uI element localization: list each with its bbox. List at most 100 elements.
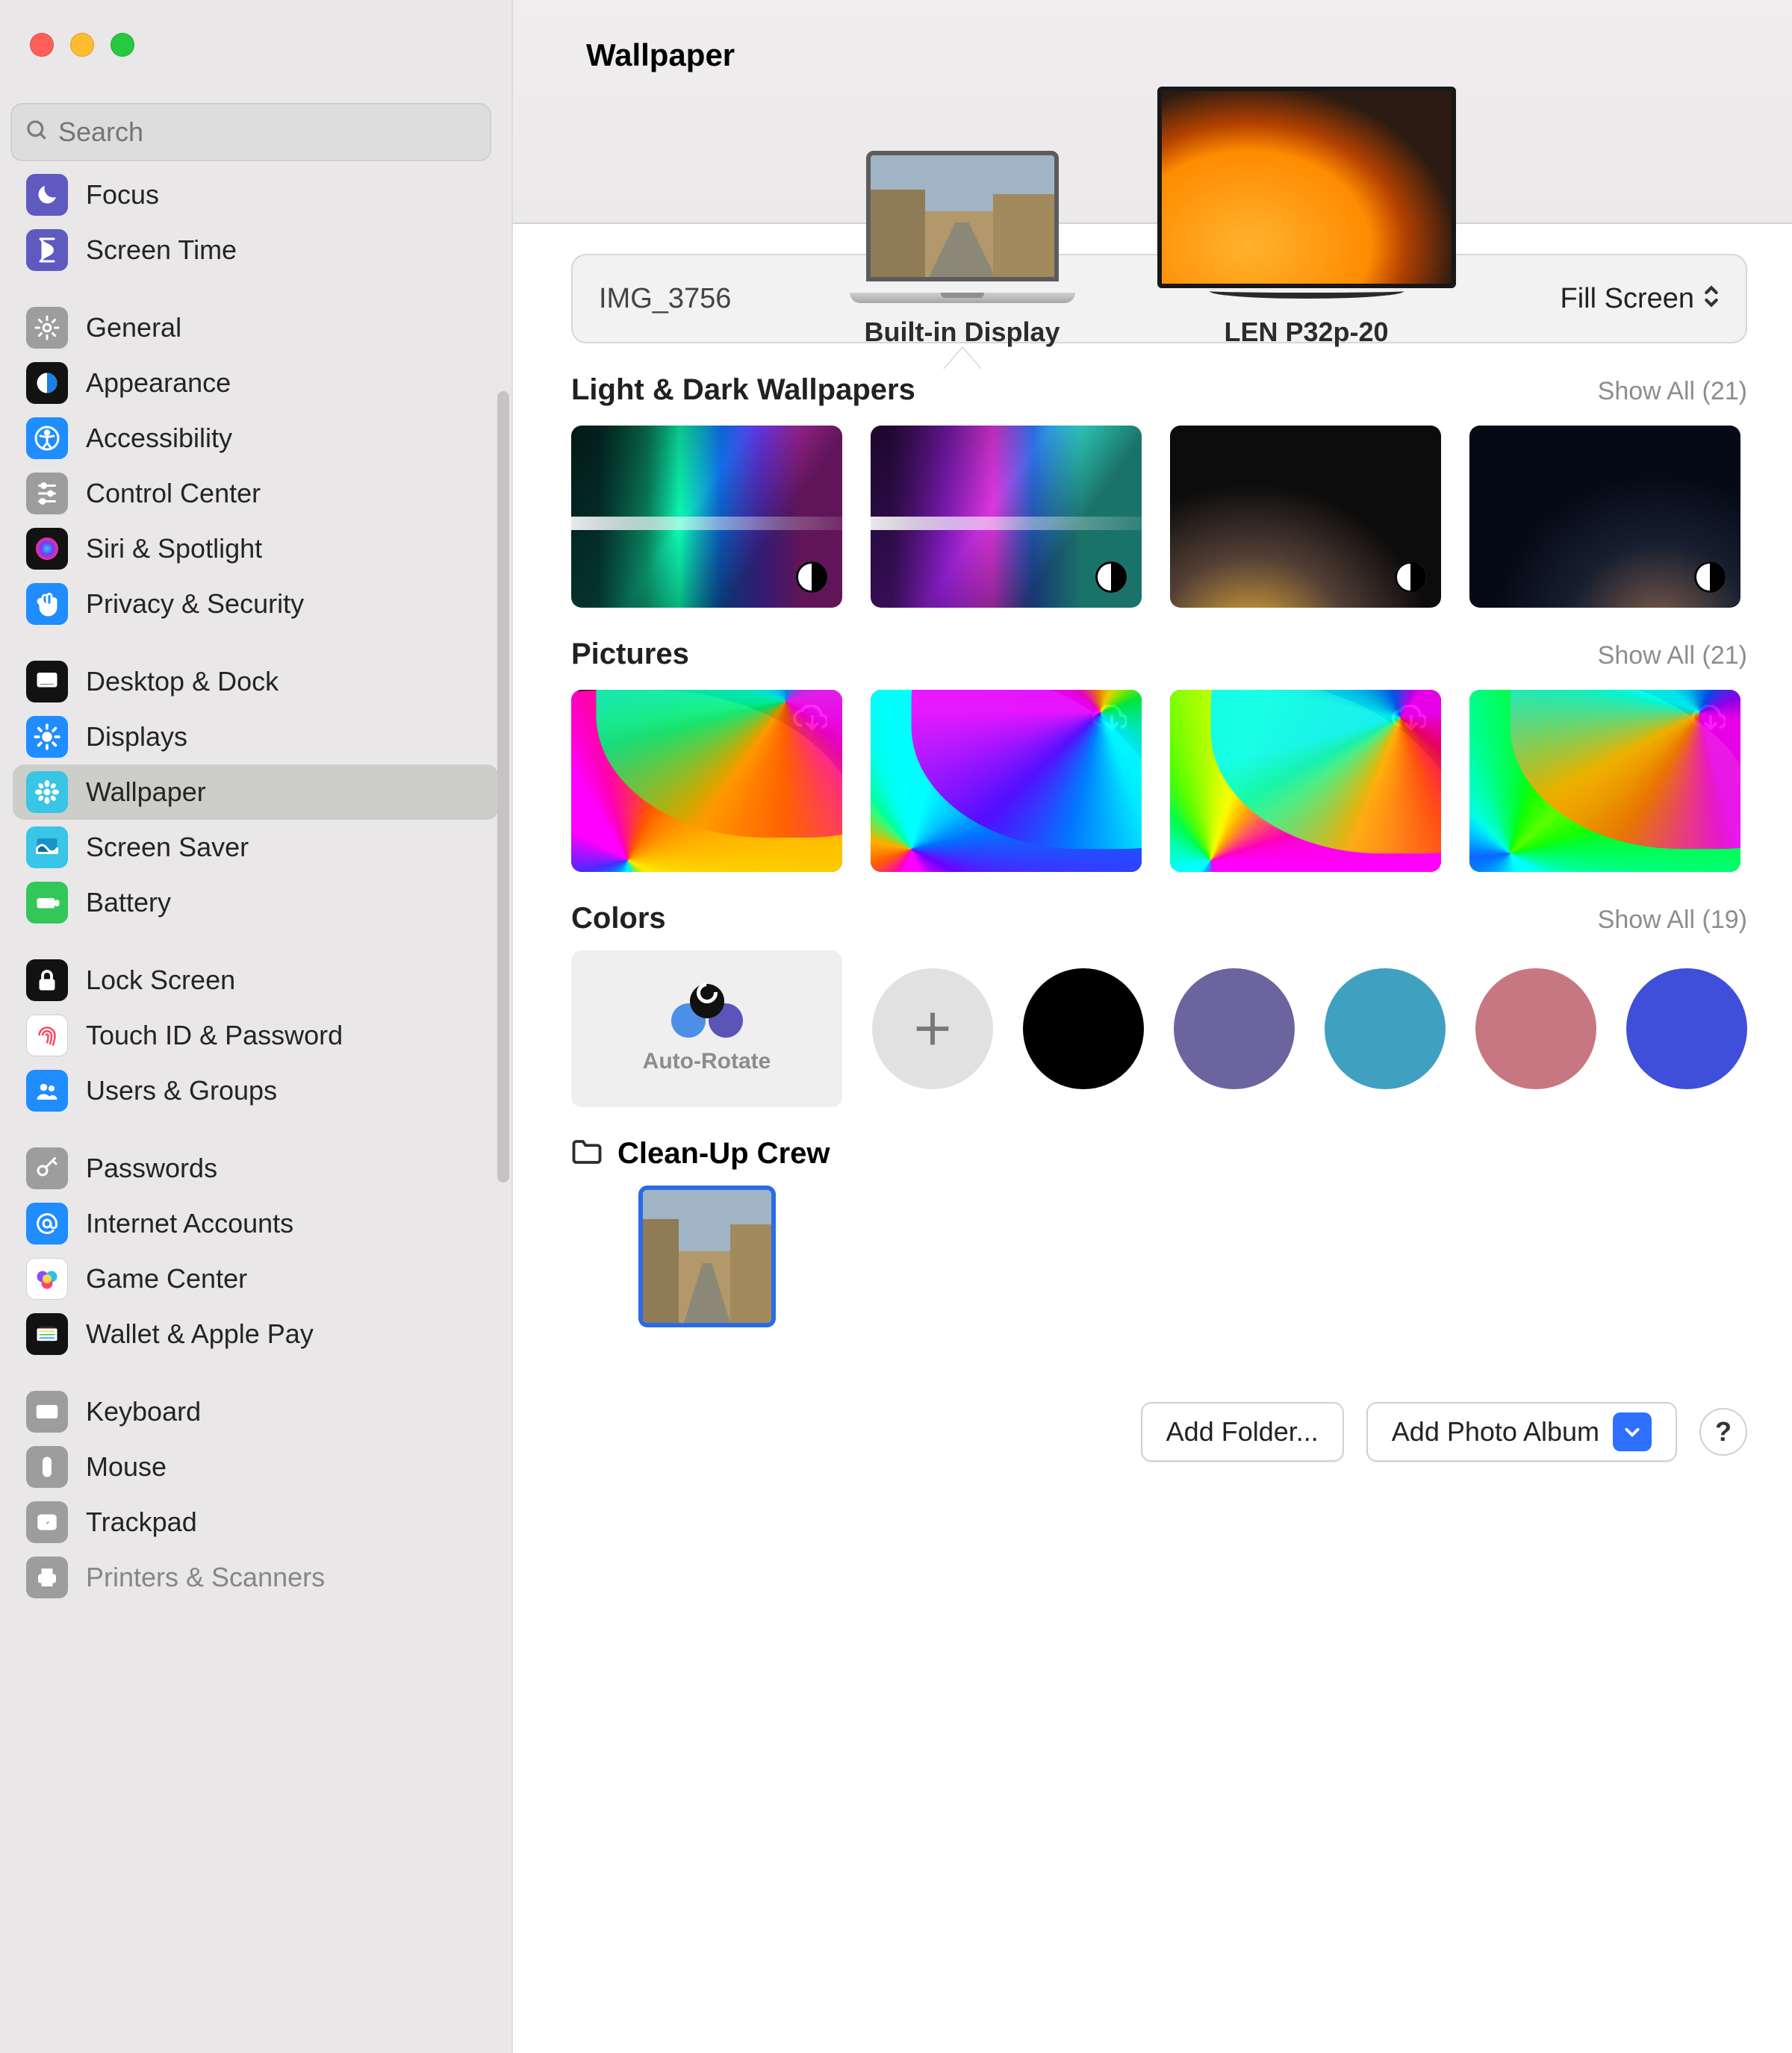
printer-icon (26, 1557, 68, 1598)
sidebar-item-game-center[interactable]: Game Center (13, 1251, 499, 1306)
sidebar-item-label: Displays (86, 721, 187, 753)
color-swatch[interactable] (1626, 968, 1747, 1089)
sidebar-item-label: Users & Groups (86, 1075, 277, 1106)
sidebar-item-label: Focus (86, 179, 159, 211)
sidebar-item-desktop-dock[interactable]: Desktop & Dock (13, 654, 499, 709)
sidebar-item-label: Screen Saver (86, 832, 249, 863)
sidebar-item-label: Battery (86, 887, 171, 918)
cloud-download-icon (1390, 705, 1426, 732)
sidebar-scrollbar[interactable] (497, 391, 509, 1183)
sidebar-item-label: General (86, 312, 181, 343)
sidebar-item-general[interactable]: General (13, 300, 499, 355)
sidebar: Focus Screen Time General Appearance Acc… (0, 0, 513, 2053)
show-all-link[interactable]: Show All (21) (1598, 377, 1747, 406)
wallpaper-thumbnail[interactable] (1469, 690, 1740, 872)
fill-mode-value: Fill Screen (1561, 283, 1695, 315)
window-close-button[interactable] (30, 33, 54, 57)
screensaver-icon (26, 826, 68, 868)
sidebar-item-label: Lock Screen (86, 965, 235, 996)
help-button[interactable]: ? (1699, 1408, 1747, 1456)
sidebar-item-internet-accounts[interactable]: Internet Accounts (13, 1196, 499, 1251)
sidebar-item-displays[interactable]: Displays (13, 709, 499, 764)
wallpaper-thumbnail[interactable] (571, 690, 842, 872)
sidebar-item-touch-id-password[interactable]: Touch ID & Password (13, 1008, 499, 1063)
add-color-button[interactable] (872, 968, 993, 1089)
wallpaper-thumbnail[interactable] (871, 690, 1142, 872)
sidebar-item-printers-scanners[interactable]: Printers & Scanners (13, 1550, 499, 1605)
sidebar-item-label: Game Center (86, 1263, 247, 1295)
sidebar-item-battery[interactable]: Battery (13, 875, 499, 930)
auto-rotate-icon (671, 984, 743, 1038)
sidebar-item-lock-screen[interactable]: Lock Screen (13, 953, 499, 1008)
cloud-download-icon (1690, 705, 1726, 732)
wallpaper-thumbnail[interactable] (871, 426, 1142, 608)
color-swatch[interactable] (1174, 968, 1295, 1089)
fill-mode-dropdown[interactable]: Fill Screen (1561, 283, 1720, 315)
sidebar-item-label: Siri & Spotlight (86, 533, 262, 564)
siri-icon (26, 528, 68, 570)
light-dark-badge-icon (1395, 561, 1426, 593)
page-title: Wallpaper (513, 0, 1792, 73)
sidebar-item-label: Wallet & Apple Pay (86, 1318, 314, 1350)
sidebar-item-screen-time[interactable]: Screen Time (13, 222, 499, 278)
window-zoom-button[interactable] (111, 33, 134, 57)
display-label: LEN P32p-20 (1224, 317, 1388, 348)
color-swatch[interactable] (1325, 968, 1446, 1089)
monitor-preview (1157, 87, 1456, 288)
section-title: Light & Dark Wallpapers (571, 373, 915, 407)
sidebar-item-trackpad[interactable]: Trackpad (13, 1495, 499, 1550)
sidebar-item-label: Keyboard (86, 1396, 201, 1427)
add-folder-button[interactable]: Add Folder... (1141, 1402, 1344, 1462)
sidebar-item-label: Passwords (86, 1153, 217, 1184)
search-field[interactable] (10, 103, 491, 161)
sidebar-item-label: Privacy & Security (86, 588, 304, 620)
color-swatch[interactable] (1475, 968, 1596, 1089)
wallpaper-thumbnail[interactable] (1469, 426, 1740, 608)
sidebar-item-passwords[interactable]: Passwords (13, 1141, 499, 1196)
wallpaper-thumbnail[interactable] (571, 426, 842, 608)
wallpaper-thumbnail[interactable] (1170, 426, 1441, 608)
sidebar-item-accessibility[interactable]: Accessibility (13, 411, 499, 466)
sidebar-item-label: Control Center (86, 478, 261, 509)
sidebar-item-label: Printers & Scanners (86, 1562, 325, 1593)
sidebar-item-privacy-security[interactable]: Privacy & Security (13, 576, 499, 632)
sidebar-item-label: Internet Accounts (86, 1208, 293, 1239)
battery-icon (26, 882, 68, 923)
current-wallpaper-name: IMG_3756 (599, 283, 731, 315)
sidebar-item-users-groups[interactable]: Users & Groups (13, 1063, 499, 1118)
hourglass-icon (26, 229, 68, 271)
sidebar-item-focus[interactable]: Focus (13, 167, 499, 222)
show-all-link[interactable]: Show All (21) (1598, 641, 1747, 670)
sidebar-item-keyboard[interactable]: Keyboard (13, 1384, 499, 1439)
color-swatch[interactable] (1023, 968, 1144, 1089)
auto-rotate-label: Auto-Rotate (643, 1049, 771, 1074)
sidebar-item-wallet-apple-pay[interactable]: Wallet & Apple Pay (13, 1306, 499, 1362)
main-pane: Wallpaper Built-in Display LEN P32p-20 (513, 0, 1792, 2053)
flower-icon (26, 771, 68, 813)
footer-actions: Add Folder... Add Photo Album ? (571, 1357, 1747, 1462)
wallet-icon (26, 1313, 68, 1355)
sidebar-item-wallpaper[interactable]: Wallpaper (13, 764, 499, 820)
auto-rotate-card[interactable]: Auto-Rotate (571, 950, 842, 1107)
show-all-link[interactable]: Show All (19) (1598, 906, 1747, 935)
sidebar-item-appearance[interactable]: Appearance (13, 355, 499, 411)
folder-photo-thumbnail[interactable] (638, 1186, 776, 1327)
sidebar-item-siri-spotlight[interactable]: Siri & Spotlight (13, 521, 499, 576)
display-builtin[interactable]: Built-in Display (850, 151, 1075, 348)
search-input[interactable] (58, 116, 476, 148)
sidebar-item-label: Appearance (86, 367, 231, 399)
sidebar-item-control-center[interactable]: Control Center (13, 466, 499, 521)
light-dark-badge-icon (1694, 561, 1726, 593)
add-photo-album-button[interactable]: Add Photo Album (1366, 1402, 1677, 1462)
folder-name: Clean-Up Crew (617, 1137, 830, 1171)
sidebar-item-label: Mouse (86, 1451, 167, 1483)
display-external[interactable]: LEN P32p-20 (1157, 87, 1456, 348)
chevron-down-icon[interactable] (1613, 1412, 1652, 1451)
wallpaper-thumbnail[interactable] (1170, 690, 1441, 872)
gear-icon (26, 307, 68, 349)
sidebar-item-screen-saver[interactable]: Screen Saver (13, 820, 499, 875)
sidebar-item-mouse[interactable]: Mouse (13, 1439, 499, 1495)
dock-icon (26, 661, 68, 702)
search-icon (25, 119, 49, 146)
window-minimize-button[interactable] (70, 33, 94, 57)
